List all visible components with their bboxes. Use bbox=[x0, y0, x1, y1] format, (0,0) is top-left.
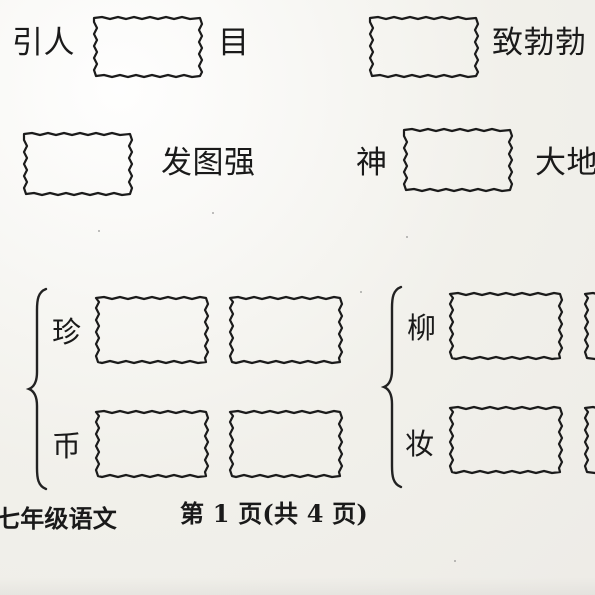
left-top-box-1[interactable] bbox=[88, 292, 214, 368]
middle-left-suffix: 发图强 bbox=[161, 145, 256, 181]
right-bottom-character: 妆 bbox=[405, 427, 435, 461]
top-left-suffix: 目 bbox=[218, 25, 250, 61]
left-bottom-box-1[interactable] bbox=[88, 406, 214, 482]
page-number-label: 第 1 页(共 4 页) bbox=[180, 499, 368, 528]
top-left-prefix: 引人 bbox=[12, 25, 75, 61]
right-brace-icon bbox=[380, 285, 403, 489]
top-right-answer-box[interactable] bbox=[362, 12, 484, 82]
right-top-box-1[interactable] bbox=[442, 288, 568, 364]
left-bottom-box-2[interactable] bbox=[222, 406, 348, 482]
middle-right-answer-box[interactable] bbox=[396, 124, 518, 196]
top-left-answer-box[interactable] bbox=[86, 12, 208, 82]
right-top-character: 柳 bbox=[407, 311, 437, 345]
left-brace-icon bbox=[25, 287, 48, 491]
middle-right-prefix: 神 bbox=[356, 145, 388, 181]
right-top-box-2-partial[interactable] bbox=[577, 288, 595, 364]
left-top-character: 珍 bbox=[52, 315, 82, 349]
top-right-suffix: 致勃勃 bbox=[492, 25, 587, 61]
left-top-box-2[interactable] bbox=[222, 292, 348, 368]
right-bottom-box-1[interactable] bbox=[442, 402, 568, 478]
middle-right-suffix: 大地 bbox=[535, 145, 595, 181]
worksheet-page: 引人 目 致勃勃 发图强 神 大地 珍 币 柳 妆 七年级语文 第 1 页(共 … bbox=[0, 0, 595, 595]
grade-subject-label: 七年级语文 bbox=[0, 504, 117, 533]
page-bottom-shadow bbox=[0, 577, 595, 595]
scan-speck bbox=[212, 212, 214, 214]
middle-left-answer-box[interactable] bbox=[16, 128, 138, 200]
left-bottom-character: 币 bbox=[52, 429, 82, 463]
right-bottom-box-2-partial[interactable] bbox=[577, 402, 595, 478]
scan-speck bbox=[406, 236, 408, 238]
scan-speck bbox=[360, 291, 362, 293]
scan-speck bbox=[98, 230, 100, 232]
scan-speck bbox=[454, 560, 456, 562]
